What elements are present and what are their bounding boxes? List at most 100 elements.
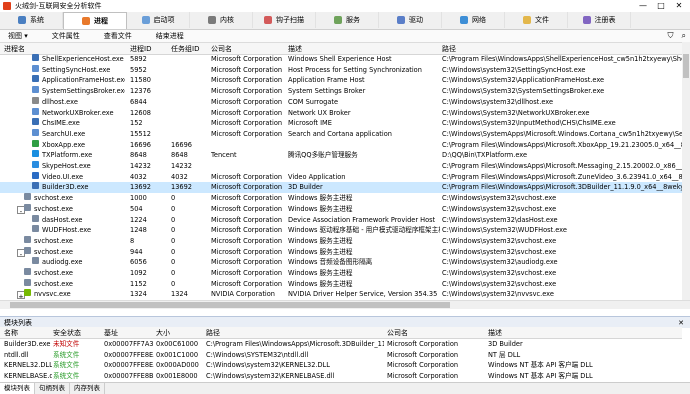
tab-label: 进程	[94, 17, 108, 25]
process-row[interactable]: SkypeHost.exe 14232 14232 C:\Program Files\…	[0, 161, 690, 172]
module-base: 0x00007FFE8B...	[104, 371, 154, 380]
process-row[interactable]: XboxApp.exe 16696 16696 C:\Program Files\Wi…	[0, 139, 690, 151]
mod-col-description[interactable]: 描述	[488, 328, 502, 338]
close-button[interactable]: ✕	[670, 0, 688, 12]
process-pid: 1152	[130, 279, 147, 288]
process-icon	[32, 182, 39, 190]
minimize-button[interactable]: —	[634, 0, 652, 12]
view-file-button[interactable]: 查看文件	[104, 31, 132, 41]
process-icon	[32, 118, 39, 126]
process-row[interactable]: SystemSettingsBroker.exe 12376 Microsoft C…	[0, 86, 690, 97]
horizontal-scrollbar[interactable]	[0, 300, 690, 309]
tab-label: 内核	[220, 16, 234, 24]
module-panel-close-icon[interactable]: ✕	[678, 319, 684, 327]
tab-label: 网络	[472, 16, 486, 24]
process-row[interactable]: - svchost.exe 504 0 Microsoft Corporation Win…	[0, 203, 690, 215]
process-row[interactable]: ChsIME.exe 152 Microsoft Corporation Micros…	[0, 118, 690, 129]
process-row[interactable]: NetworkUXBroker.exe 12608 Microsoft Corpor…	[0, 107, 690, 119]
process-row[interactable]: SearchUI.exe 15512 Microsoft Corporation Se…	[0, 128, 690, 140]
process-row[interactable]: ApplicationFrameHost.exe 11580 Microsoft C…	[0, 75, 690, 86]
tab-hook[interactable]: 钩子扫描	[253, 12, 316, 28]
process-row[interactable]: + nvvsvc.exe 1324 1324 NVIDIA Corporation NVI…	[0, 289, 690, 300]
mod-col-security[interactable]: 安全状态	[53, 328, 81, 338]
process-row[interactable]: dllhost.exe 6844 Microsoft Corporation COM …	[0, 96, 690, 108]
process-name: SystemSettingsBroker.exe	[42, 87, 125, 96]
mod-col-base[interactable]: 基址	[104, 328, 118, 338]
tab-startup[interactable]: 启动项	[127, 12, 190, 28]
col-process-name[interactable]: 进程名	[4, 44, 25, 54]
file-properties-button[interactable]: 文件属性	[52, 31, 80, 41]
process-row[interactable]: svchost.exe 1092 0 Microsoft Corporation Win…	[0, 268, 690, 279]
process-row[interactable]: Video.UI.exe 4032 4032 Microsoft Corporatio…	[0, 171, 690, 183]
process-desc: NVIDIA Driver Helper Service, Version 35…	[288, 290, 438, 299]
process-desc: Windows 服务主进程	[288, 279, 353, 288]
process-pid: 12608	[130, 108, 151, 117]
process-path: C:\Windows\SystemApps\Microsoft.Windows.…	[442, 129, 687, 138]
search-icon[interactable]: ⌕	[682, 31, 686, 41]
tab-memory-list[interactable]: 内存列表	[70, 383, 105, 394]
process-row[interactable]: Builder3D.exe 13692 13692 Microsoft Corpora…	[0, 182, 690, 194]
process-desc: Search and Cortana application	[288, 129, 392, 138]
col-pid[interactable]: 进程ID	[130, 44, 151, 54]
module-row[interactable]: ntdll.dll 系统文件 0x00007FFE8E... 0x001C1000 C:…	[0, 350, 690, 361]
maximize-button[interactable]: □	[652, 0, 670, 12]
process-path: C:\Windows\system32\svchost.exe	[442, 247, 557, 256]
process-tid: 13692	[171, 183, 192, 192]
mod-col-company[interactable]: 公司名	[387, 328, 408, 338]
process-icon	[32, 161, 39, 168]
process-pid: 1000	[130, 194, 147, 203]
process-row[interactable]: - svchost.exe 944 0 Microsoft Corporation Win…	[0, 246, 690, 258]
process-pid: 11580	[130, 76, 151, 85]
col-company[interactable]: 公司名	[211, 44, 232, 54]
process-row[interactable]: svchost.exe 8 0 Microsoft Corporation Window…	[0, 235, 690, 247]
mod-col-name[interactable]: 名称	[4, 328, 18, 338]
tab-registry[interactable]: 注册表	[568, 12, 631, 28]
process-row[interactable]: SettingSyncHost.exe 5952 Microsoft Corpora…	[0, 64, 690, 76]
process-pid: 6844	[130, 97, 147, 106]
process-company: Microsoft Corporation	[211, 172, 283, 181]
tab-module-list[interactable]: 模块列表	[0, 383, 35, 394]
process-row[interactable]: svchost.exe 1000 0 Microsoft Corporation Win…	[0, 193, 690, 204]
module-company: Microsoft Corporation	[387, 361, 459, 369]
tab-driver[interactable]: 驱动	[379, 12, 442, 28]
process-path: C:\Program Files\WindowsApps\Microsoft.M…	[442, 162, 687, 170]
module-row[interactable]: KERNELBASE.dll系统文件 0x00007FFE8B...0x001E8…	[0, 371, 690, 382]
tab-process[interactable]: 进程	[63, 12, 127, 29]
process-name: SettingSyncHost.exe	[42, 65, 111, 74]
process-tid: 0	[171, 204, 176, 213]
vertical-scrollbar[interactable]	[682, 42, 690, 300]
col-path[interactable]: 路径	[442, 44, 456, 54]
module-row[interactable]: KERNEL32.DLL 系统文件 0x00007FFE8E... 0x000AD00…	[0, 360, 690, 371]
tab-network[interactable]: 网络	[442, 12, 505, 28]
module-row[interactable]: Builder3D.exe未知文件 0x00007FF7A3...0x00C610…	[0, 339, 690, 350]
process-icon	[32, 107, 39, 115]
filter-icon[interactable]: ⛉	[668, 31, 674, 41]
tab-kernel[interactable]: 内核	[190, 12, 253, 28]
process-row[interactable]: TXPlatform.exe 8648 8648 Tencent 腾讯QQ多账户管理服务…	[0, 150, 690, 161]
process-row[interactable]: dasHost.exe 1224 0 Microsoft Corporation Dev…	[0, 214, 690, 226]
process-row[interactable]: audiodg.exe 6056 0 Microsoft Corporation Win…	[0, 257, 690, 268]
mod-col-size[interactable]: 大小	[156, 328, 170, 338]
mod-col-path[interactable]: 路径	[206, 328, 220, 338]
process-desc: Windows 驱动程序基础 - 用户模式驱动程序框架主机进程	[288, 226, 440, 235]
process-tid: 16696	[171, 140, 192, 149]
process-company: Microsoft Corporation	[211, 194, 283, 203]
end-process-button[interactable]: 结束进程	[156, 31, 184, 41]
module-sec: 未知文件	[53, 340, 80, 348]
process-row[interactable]: svchost.exe 1152 0 Microsoft Corporation Win…	[0, 278, 690, 290]
tab-file[interactable]: 文件	[505, 12, 568, 28]
tab-monitor[interactable]: 系统	[0, 12, 63, 28]
col-description[interactable]: 描述	[288, 44, 302, 54]
module-name: KERNEL32.DLL	[4, 361, 52, 369]
process-desc: System Settings Broker	[288, 87, 366, 96]
process-path: C:\Windows\system32\svchost.exe	[442, 194, 557, 203]
view-menu-button[interactable]: 视图 ▾	[8, 31, 28, 41]
tab-handle-list[interactable]: 句柄列表	[35, 383, 70, 394]
col-task-group-id[interactable]: 任务组ID	[171, 44, 199, 54]
tab-service[interactable]: 服务	[316, 12, 379, 28]
process-pid: 8	[130, 236, 135, 245]
process-row[interactable]: WUDFHost.exe 1248 0 Microsoft Corporation Wi…	[0, 225, 690, 236]
process-name: dasHost.exe	[42, 215, 83, 224]
module-path: C:\Windows\system32\KERNEL32.DLL	[206, 361, 330, 369]
process-row[interactable]: ShellExperienceHost.exe 5892 Microsoft Cor…	[0, 54, 690, 65]
